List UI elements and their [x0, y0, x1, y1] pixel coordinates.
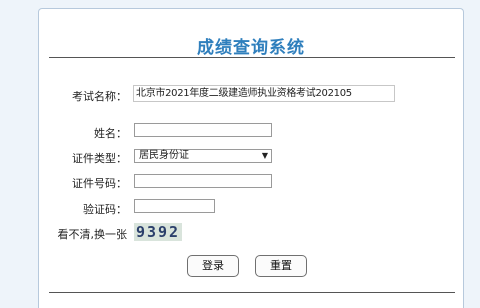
captcha-input[interactable]: [134, 199, 215, 213]
id-type-label: 证件类型：: [72, 152, 127, 165]
exam-name-label: 考试名称：: [72, 90, 127, 103]
id-number-label: 证件号码：: [72, 177, 127, 190]
captcha-label: 验证码：: [83, 203, 127, 216]
reset-button[interactable]: 重置: [255, 255, 307, 277]
id-type-selected: 居民身份证: [139, 150, 189, 161]
login-button[interactable]: 登录: [187, 255, 239, 277]
title-divider: [49, 57, 455, 58]
name-input[interactable]: [134, 123, 272, 137]
refresh-captcha-link[interactable]: 看不清,换一张: [51, 226, 128, 242]
id-type-select[interactable]: 居民身份证 ▼: [134, 149, 272, 163]
id-number-input[interactable]: [134, 174, 272, 188]
query-panel: 成绩查询系统 考试名称： 北京市2021年度二级建造师执业资格考试202105 …: [38, 8, 464, 308]
dropdown-arrow-icon: ▼: [261, 151, 268, 160]
bottom-divider: [49, 292, 455, 293]
captcha-image[interactable]: 9392: [134, 223, 182, 241]
exam-name-value: 北京市2021年度二级建造师执业资格考试202105: [133, 85, 395, 102]
page-title: 成绩查询系统: [197, 38, 305, 58]
name-label: 姓名：: [94, 127, 127, 140]
